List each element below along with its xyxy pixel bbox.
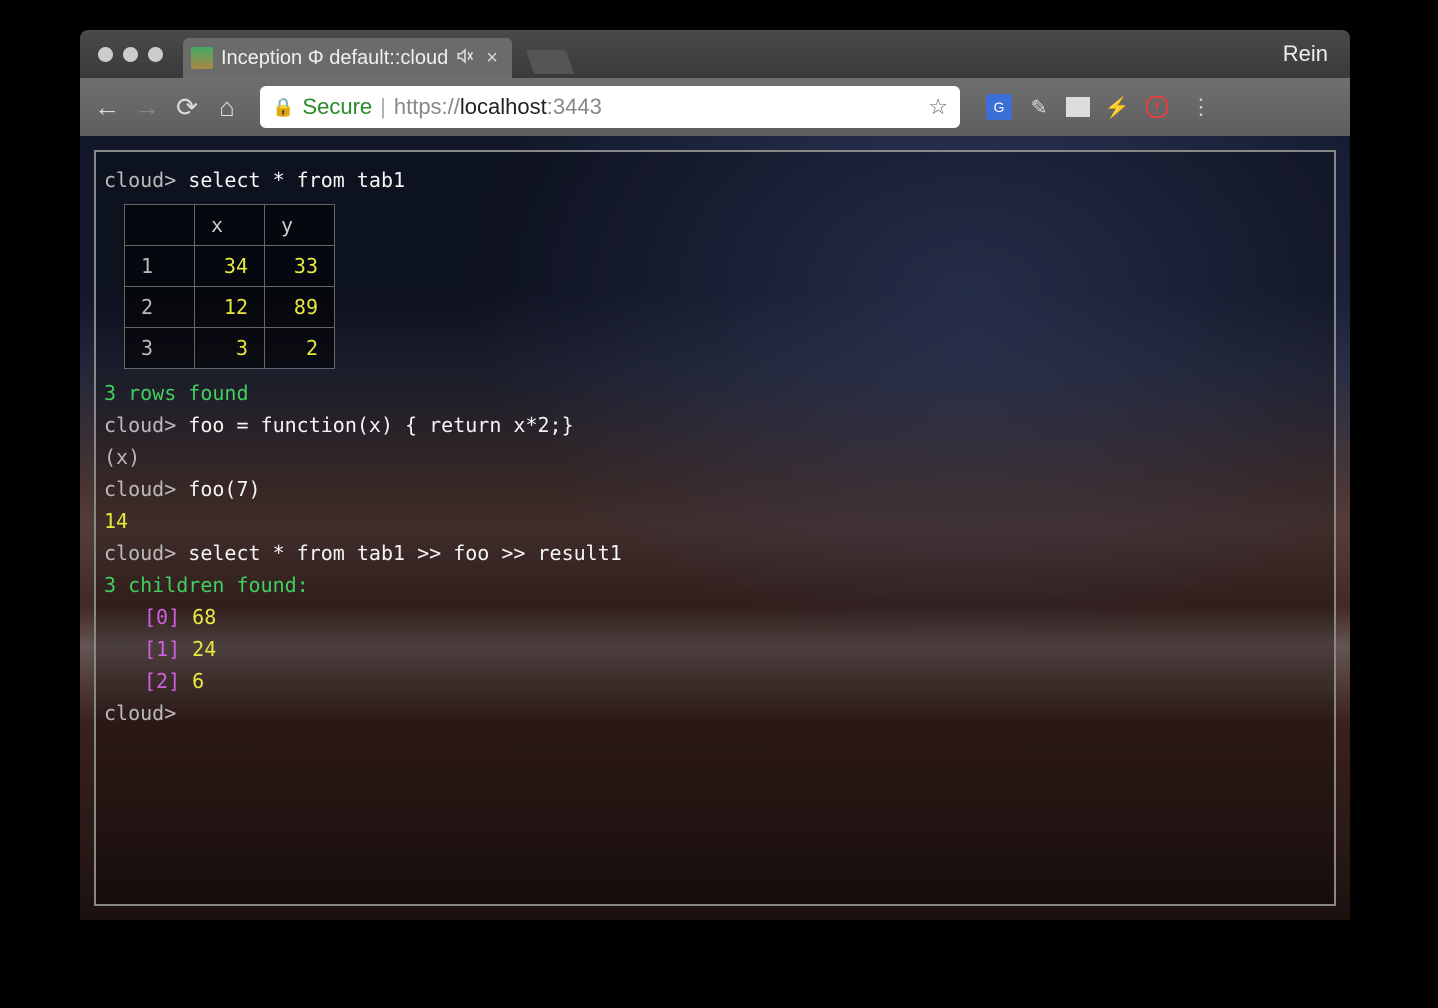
mute-icon[interactable] — [456, 47, 474, 70]
window-controls — [98, 47, 163, 62]
lock-icon: 🔒 — [272, 97, 294, 118]
browser-menu-icon[interactable]: ⋮ — [1190, 94, 1212, 120]
row-number: 2 — [125, 287, 195, 328]
repl-prompt: cloud> — [104, 168, 176, 192]
child-result: [0] 68 — [104, 601, 1326, 633]
cell-value: 2 — [265, 328, 335, 369]
table-row: 1 34 33 — [125, 246, 335, 287]
table-row: 3 3 2 — [125, 328, 335, 369]
child-index: [0] — [144, 605, 180, 629]
table-header — [125, 205, 195, 246]
browser-window: Inception Φ default::cloud × Rein ← → ⟳ … — [80, 30, 1350, 920]
rows-found-status: 3 rows found — [104, 377, 1326, 409]
profile-label[interactable]: Rein — [1283, 41, 1328, 67]
new-tab-button[interactable] — [526, 50, 575, 74]
repl-prompt: cloud> — [104, 477, 176, 501]
cell-value: 34 — [195, 246, 265, 287]
repl-command: select * from tab1 — [188, 168, 405, 192]
url-port: :3443 — [547, 94, 602, 119]
repl-line-empty[interactable]: cloud> — [104, 697, 1326, 729]
repl-line: cloud> foo = function(x) { return x*2;} — [104, 409, 1326, 441]
repl-terminal[interactable]: cloud> select * from tab1 x y 1 34 33 2 … — [94, 150, 1336, 906]
reload-button[interactable]: ⟳ — [172, 92, 202, 123]
tab-title: Inception Φ default::cloud — [221, 47, 448, 70]
cell-value: 12 — [195, 287, 265, 328]
child-value: 24 — [192, 637, 216, 661]
window-minimize-dot[interactable] — [123, 47, 138, 62]
window-zoom-dot[interactable] — [148, 47, 163, 62]
tab-bar: Inception Φ default::cloud × Rein — [80, 30, 1350, 78]
function-signature: (x) — [104, 441, 1326, 473]
child-result: [1] 24 — [104, 633, 1326, 665]
repl-line: cloud> select * from tab1 — [104, 164, 1326, 196]
repl-line: cloud> select * from tab1 >> foo >> resu… — [104, 537, 1326, 569]
table-header-row: x y — [125, 205, 335, 246]
chart-extension-icon[interactable] — [1066, 97, 1090, 117]
address-bar[interactable]: 🔒 Secure | https://localhost:3443 ☆ — [260, 86, 960, 128]
url-protocol: https:// — [394, 94, 460, 119]
url-text: https://localhost:3443 — [394, 94, 602, 120]
page-content: cloud> select * from tab1 x y 1 34 33 2 … — [80, 136, 1350, 920]
repl-command: select * from tab1 >> foo >> result1 — [188, 541, 621, 565]
repl-prompt: cloud> — [104, 541, 176, 565]
child-value: 68 — [192, 605, 216, 629]
cell-value: 33 — [265, 246, 335, 287]
child-value: 6 — [192, 669, 204, 693]
cell-value: 3 — [195, 328, 265, 369]
repl-prompt: cloud> — [104, 413, 176, 437]
favicon-icon — [191, 47, 213, 69]
child-result: [2] 6 — [104, 665, 1326, 697]
secure-label: Secure — [302, 94, 372, 120]
repl-line: cloud> foo(7) — [104, 473, 1326, 505]
home-button[interactable]: ⌂ — [212, 92, 242, 123]
adblock-extension-icon[interactable] — [1144, 94, 1170, 120]
child-index: [1] — [144, 637, 180, 661]
bookmark-star-icon[interactable]: ☆ — [928, 94, 948, 120]
repl-command: foo(7) — [188, 477, 260, 501]
browser-tab[interactable]: Inception Φ default::cloud × — [183, 38, 512, 78]
url-separator: | — [380, 94, 386, 120]
extension-icons: G ✎ ⚡ ⋮ — [986, 94, 1218, 120]
repl-prompt: cloud> — [104, 701, 176, 725]
children-found-status: 3 children found: — [104, 569, 1326, 601]
table-row: 2 12 89 — [125, 287, 335, 328]
translate-extension-icon[interactable]: G — [986, 94, 1012, 120]
back-button[interactable]: ← — [92, 92, 122, 123]
close-tab-icon[interactable]: × — [486, 47, 498, 70]
child-index: [2] — [144, 669, 180, 693]
forward-button: → — [132, 92, 162, 123]
table-header: x — [195, 205, 265, 246]
window-close-dot[interactable] — [98, 47, 113, 62]
repl-command: foo = function(x) { return x*2;} — [188, 413, 573, 437]
table-header: y — [265, 205, 335, 246]
bolt-extension-icon[interactable]: ⚡ — [1104, 94, 1130, 120]
browser-toolbar: ← → ⟳ ⌂ 🔒 Secure | https://localhost:344… — [80, 78, 1350, 136]
row-number: 3 — [125, 328, 195, 369]
row-number: 1 — [125, 246, 195, 287]
result-table: x y 1 34 33 2 12 89 3 3 2 — [124, 204, 335, 369]
cell-value: 89 — [265, 287, 335, 328]
url-host: localhost — [460, 94, 547, 119]
eyedropper-extension-icon[interactable]: ✎ — [1026, 94, 1052, 120]
repl-result: 14 — [104, 505, 1326, 537]
